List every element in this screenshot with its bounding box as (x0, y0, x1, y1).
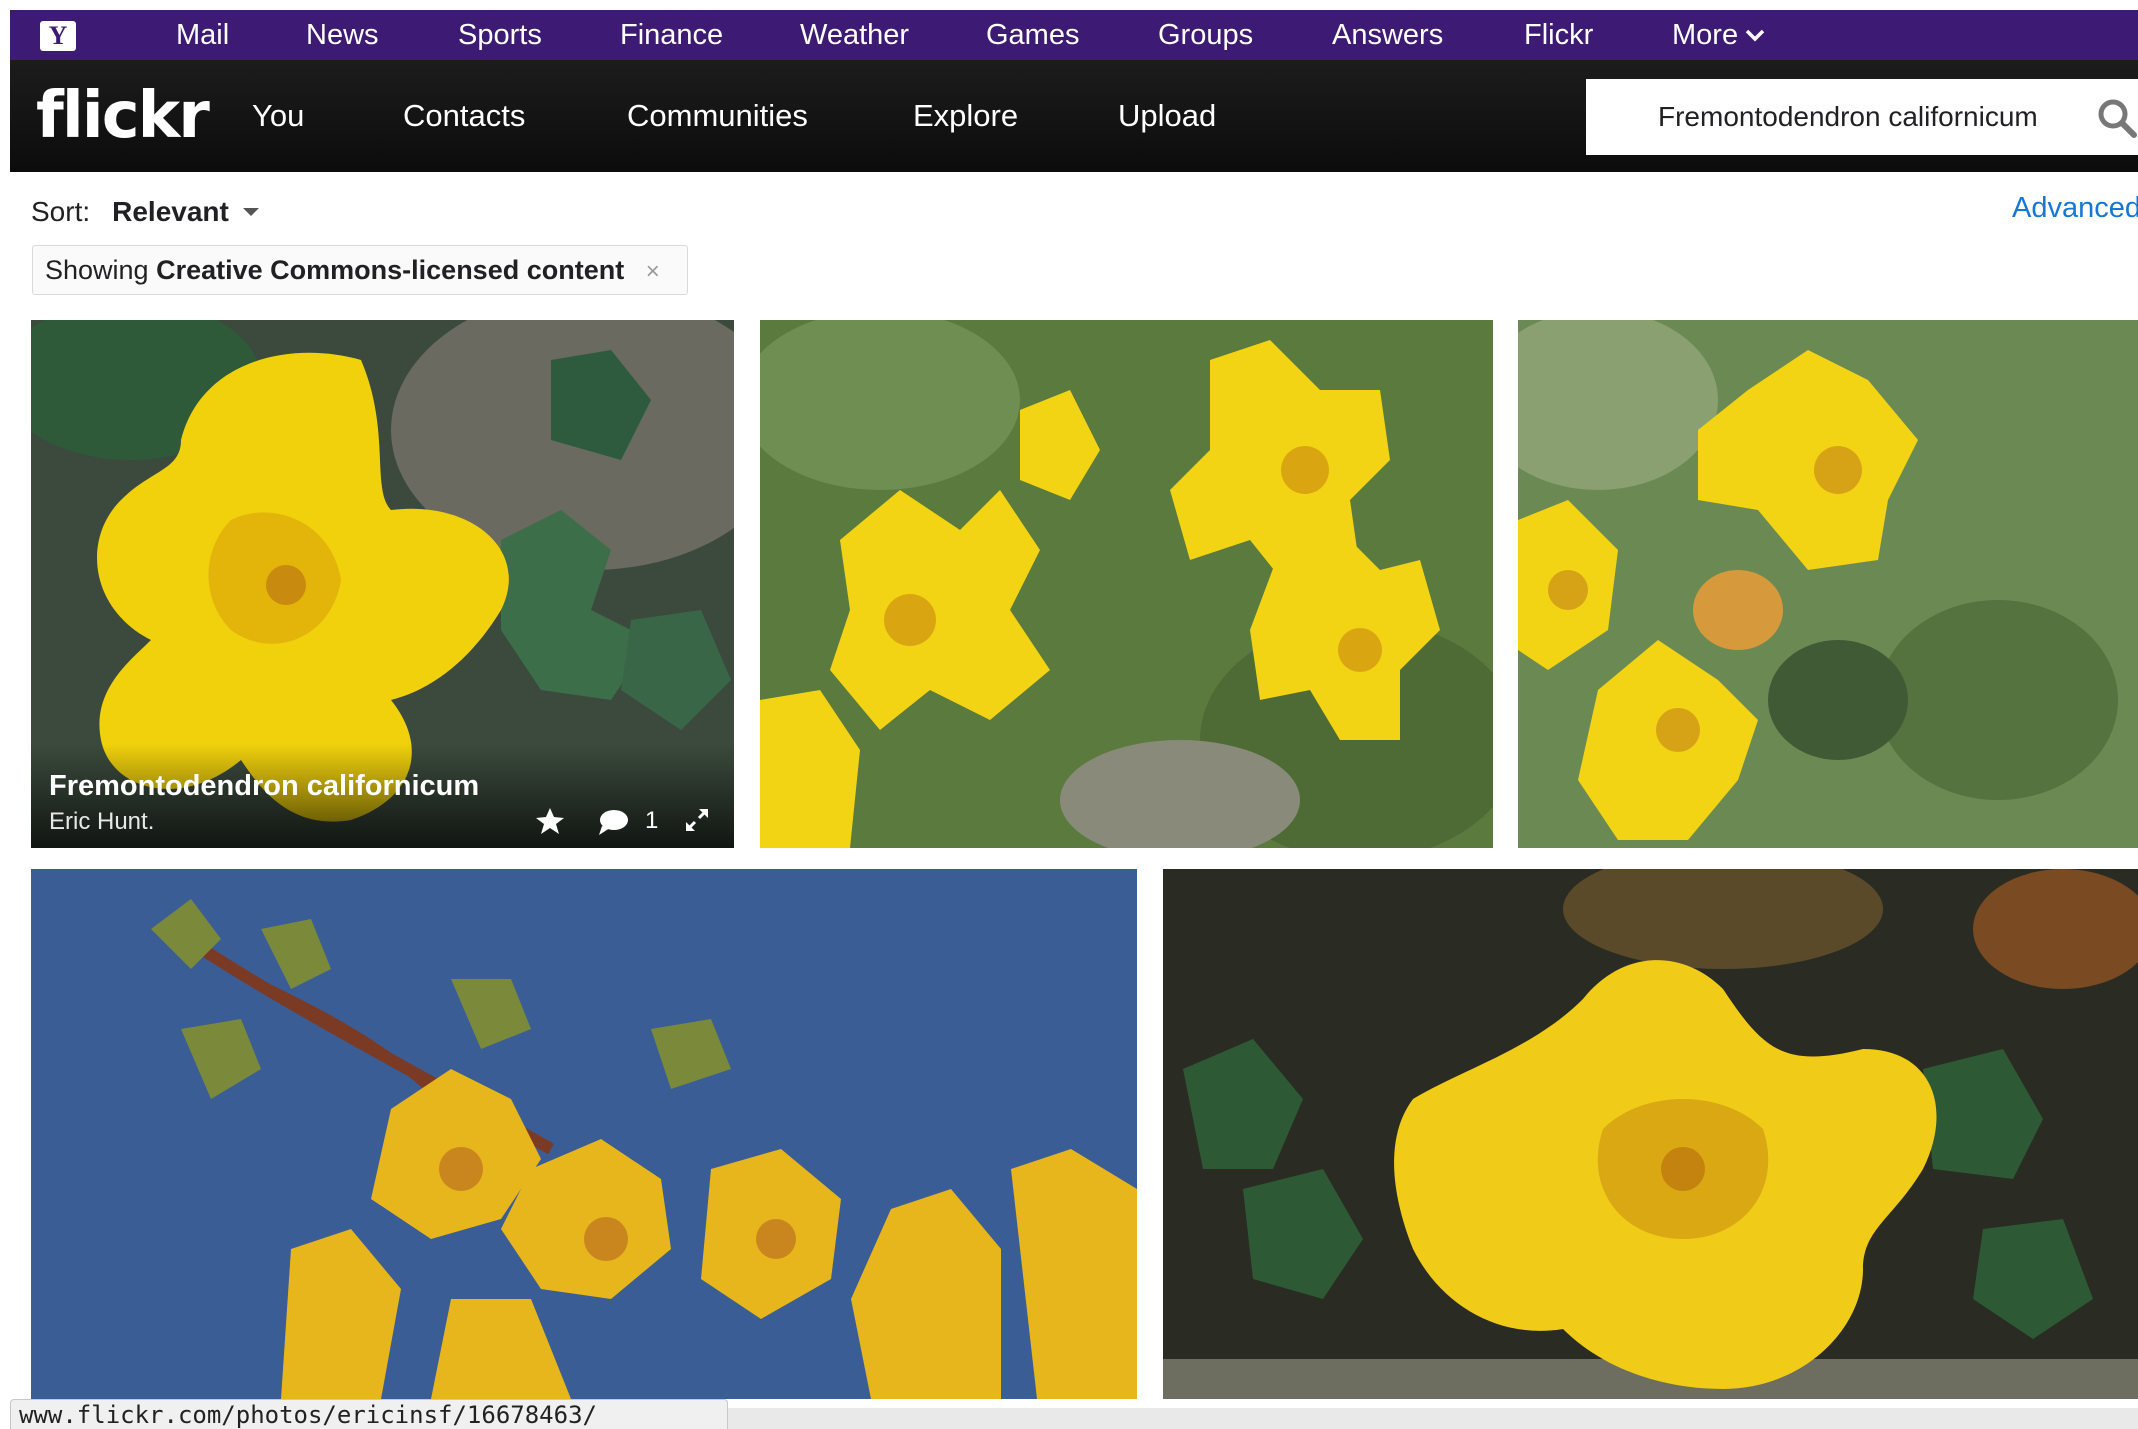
horizontal-scrollbar[interactable] (728, 1408, 2138, 1429)
yahoo-nav-bar: Y Mail News Sports Finance Weather Games… (10, 10, 2138, 60)
expand-icon[interactable] (683, 806, 711, 834)
nav-contacts[interactable]: Contacts (403, 60, 525, 172)
license-filter-chip: Showing Creative Commons-licensed conten… (32, 245, 688, 295)
search-icon[interactable] (2096, 97, 2138, 139)
comment-count: 1 (645, 807, 659, 834)
filter-value: Creative Commons-licensed content (156, 255, 625, 285)
nav-communities[interactable]: Communities (627, 60, 808, 172)
photo-tile[interactable] (760, 320, 1493, 848)
status-bar-url: www.flickr.com/photos/ericinsf/16678463/ (10, 1399, 728, 1429)
nav-upload[interactable]: Upload (1118, 60, 1216, 172)
sort-bar: Sort: Relevant (31, 192, 259, 232)
star-icon[interactable] (535, 806, 565, 836)
flickr-logo[interactable]: flickr (36, 78, 210, 154)
yahoo-link-finance[interactable]: Finance (620, 10, 723, 60)
photo-info-overlay: Fremontodendron californicum Eric Hunt. … (31, 744, 734, 848)
photo-image (760, 320, 1493, 848)
yahoo-link-games[interactable]: Games (986, 10, 1079, 60)
close-icon[interactable]: × (646, 258, 660, 285)
photo-author[interactable]: Eric Hunt. (49, 808, 154, 836)
filter-prefix: Showing (45, 255, 149, 285)
yahoo-more-label: More (1672, 19, 1739, 51)
photo-image (31, 869, 1137, 1399)
photo-title[interactable]: Fremontodendron californicum (49, 770, 479, 803)
yahoo-link-news[interactable]: News (306, 10, 379, 60)
nav-you[interactable]: You (252, 60, 304, 172)
photo-tile[interactable] (31, 869, 1137, 1399)
nav-explore[interactable]: Explore (913, 60, 1018, 172)
photo-image (1163, 869, 2138, 1399)
yahoo-link-groups[interactable]: Groups (1158, 10, 1253, 60)
advanced-search-link[interactable]: Advanced (2012, 192, 2138, 225)
yahoo-link-sports[interactable]: Sports (458, 10, 542, 60)
photo-image (1518, 320, 2138, 848)
yahoo-link-answers[interactable]: Answers (1332, 10, 1443, 60)
photo-tile[interactable]: Fremontodendron californicum Eric Hunt. … (31, 320, 734, 848)
photo-tile[interactable] (1163, 869, 2138, 1399)
photo-tile[interactable] (1518, 320, 2138, 848)
comment-icon[interactable] (597, 808, 629, 836)
search-box (1586, 79, 2138, 155)
yahoo-logo-text: Y (48, 21, 68, 50)
yahoo-logo-icon[interactable]: Y (40, 21, 76, 51)
sort-label: Sort: (31, 196, 91, 227)
yahoo-more-menu[interactable]: More (1672, 10, 1766, 60)
caret-down-icon[interactable] (242, 208, 259, 216)
chevron-down-icon (1745, 29, 1765, 42)
yahoo-link-flickr[interactable]: Flickr (1524, 10, 1593, 60)
yahoo-link-mail[interactable]: Mail (176, 10, 229, 60)
sort-dropdown[interactable]: Relevant (112, 196, 229, 228)
search-input[interactable] (1586, 79, 2086, 155)
yahoo-link-weather[interactable]: Weather (800, 10, 909, 60)
